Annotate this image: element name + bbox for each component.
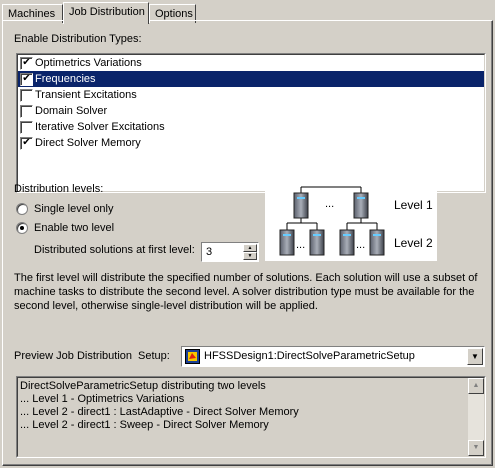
distribution-levels-label: Distribution levels: [14,183,104,195]
distribution-type-label: Direct Solver Memory [35,137,141,149]
distribution-type-checkbox[interactable] [20,104,33,118]
hfss-design-icon [185,349,200,364]
preview-line: DirectSolveParametricSetup distributing … [20,380,266,392]
preview-line: ... Level 2 - direct1 : Sweep - Direct S… [20,419,269,431]
server-icon [293,192,309,219]
two-level-radio[interactable] [16,222,28,234]
tab-options-label: Options [155,8,193,20]
setup-label: Setup: [138,350,170,362]
distribution-type-checkbox[interactable]: ✔ [20,56,33,70]
distribution-type-label: Domain Solver [35,105,108,117]
preview-label: Preview Job Distribution [14,350,132,362]
two-level-label[interactable]: Enable two level [34,222,114,234]
level1-ellipsis: ... [325,198,334,210]
scroll-down-button[interactable]: ▼ [468,440,484,456]
distribution-type-item[interactable]: Domain Solver [18,103,484,119]
setup-select[interactable]: HFSSDesign1:DirectSolveParametricSetup ▼ [181,346,485,367]
level1-label: Level 1 [394,198,433,212]
spin-down-button[interactable]: ▼ [243,252,257,260]
distribution-type-item[interactable]: Iterative Solver Excitations [18,119,484,135]
level2-label: Level 2 [394,236,433,250]
first-level-value[interactable]: 3 [206,246,212,258]
preview-output: DirectSolveParametricSetup distributing … [16,376,486,458]
distribution-type-item[interactable]: ✔ Frequencies [18,71,484,87]
tab-job-distribution[interactable]: Job Distribution [63,2,149,24]
level-diagram: ... ... ... Level 1 Level 2 [265,181,437,261]
tab-machines-label: Machines [8,8,56,20]
distribution-type-item[interactable]: ✔ Optimetrics Variations [18,55,484,71]
tab-panel: Enable Distribution Types: ✔ Optimetrics … [2,20,493,466]
setup-dropdown-button[interactable]: ▼ [467,348,483,365]
level2-ellipsis-right: ... [356,239,365,251]
first-level-label: Distributed solutions at first level: [34,244,195,256]
first-level-spinner[interactable]: 3 ▲ ▼ [201,242,259,262]
distribution-type-label: Iterative Solver Excitations [35,121,165,133]
server-icon [279,229,295,256]
distribution-type-item[interactable]: ✔ Direct Solver Memory [18,135,484,151]
scroll-up-button[interactable]: ▲ [468,378,484,394]
distribution-types-items: ✔ Optimetrics Variations ✔ Frequencies Trans… [18,55,484,151]
single-level-radio[interactable] [16,203,28,215]
distribution-type-checkbox[interactable]: ✔ [20,72,33,86]
distribution-type-checkbox[interactable] [20,120,33,134]
spin-up-button[interactable]: ▲ [243,244,257,252]
distribution-type-label: Transient Excitations [35,89,137,101]
distribution-type-item[interactable]: Transient Excitations [18,87,484,103]
server-icon [369,229,385,256]
spinner-buttons: ▲ ▼ [243,244,257,260]
distribution-type-label: Frequencies [35,73,96,85]
server-icon [339,229,355,256]
server-icon [353,192,369,219]
single-level-label[interactable]: Single level only [34,203,114,215]
preview-lines: DirectSolveParametricSetup distributing … [18,380,484,432]
description-text: The first level will distribute the spec… [14,272,478,312]
setup-select-value: HFSSDesign1:DirectSolveParametricSetup [204,350,415,362]
level-diagram-graphic: ... ... ... Level 1 Level 2 [279,186,433,256]
preview-line: ... Level 1 - Optimetrics Variations [20,393,185,405]
tab-job-distribution-label: Job Distribution [69,6,145,18]
distribution-type-label: Optimetrics Variations [35,57,142,69]
server-icon [309,229,325,256]
distribution-type-checkbox[interactable] [20,88,33,102]
preview-line: ... Level 2 - direct1 : LastAdaptive - D… [20,406,299,418]
level2-ellipsis-left: ... [296,239,305,251]
preview-scrollbar[interactable]: ▲ ▼ [468,378,484,456]
distribution-types-list[interactable]: ✔ Optimetrics Variations ✔ Frequencies Trans… [16,53,486,193]
distribution-type-checkbox[interactable]: ✔ [20,136,33,150]
enable-types-label: Enable Distribution Types: [14,33,142,45]
